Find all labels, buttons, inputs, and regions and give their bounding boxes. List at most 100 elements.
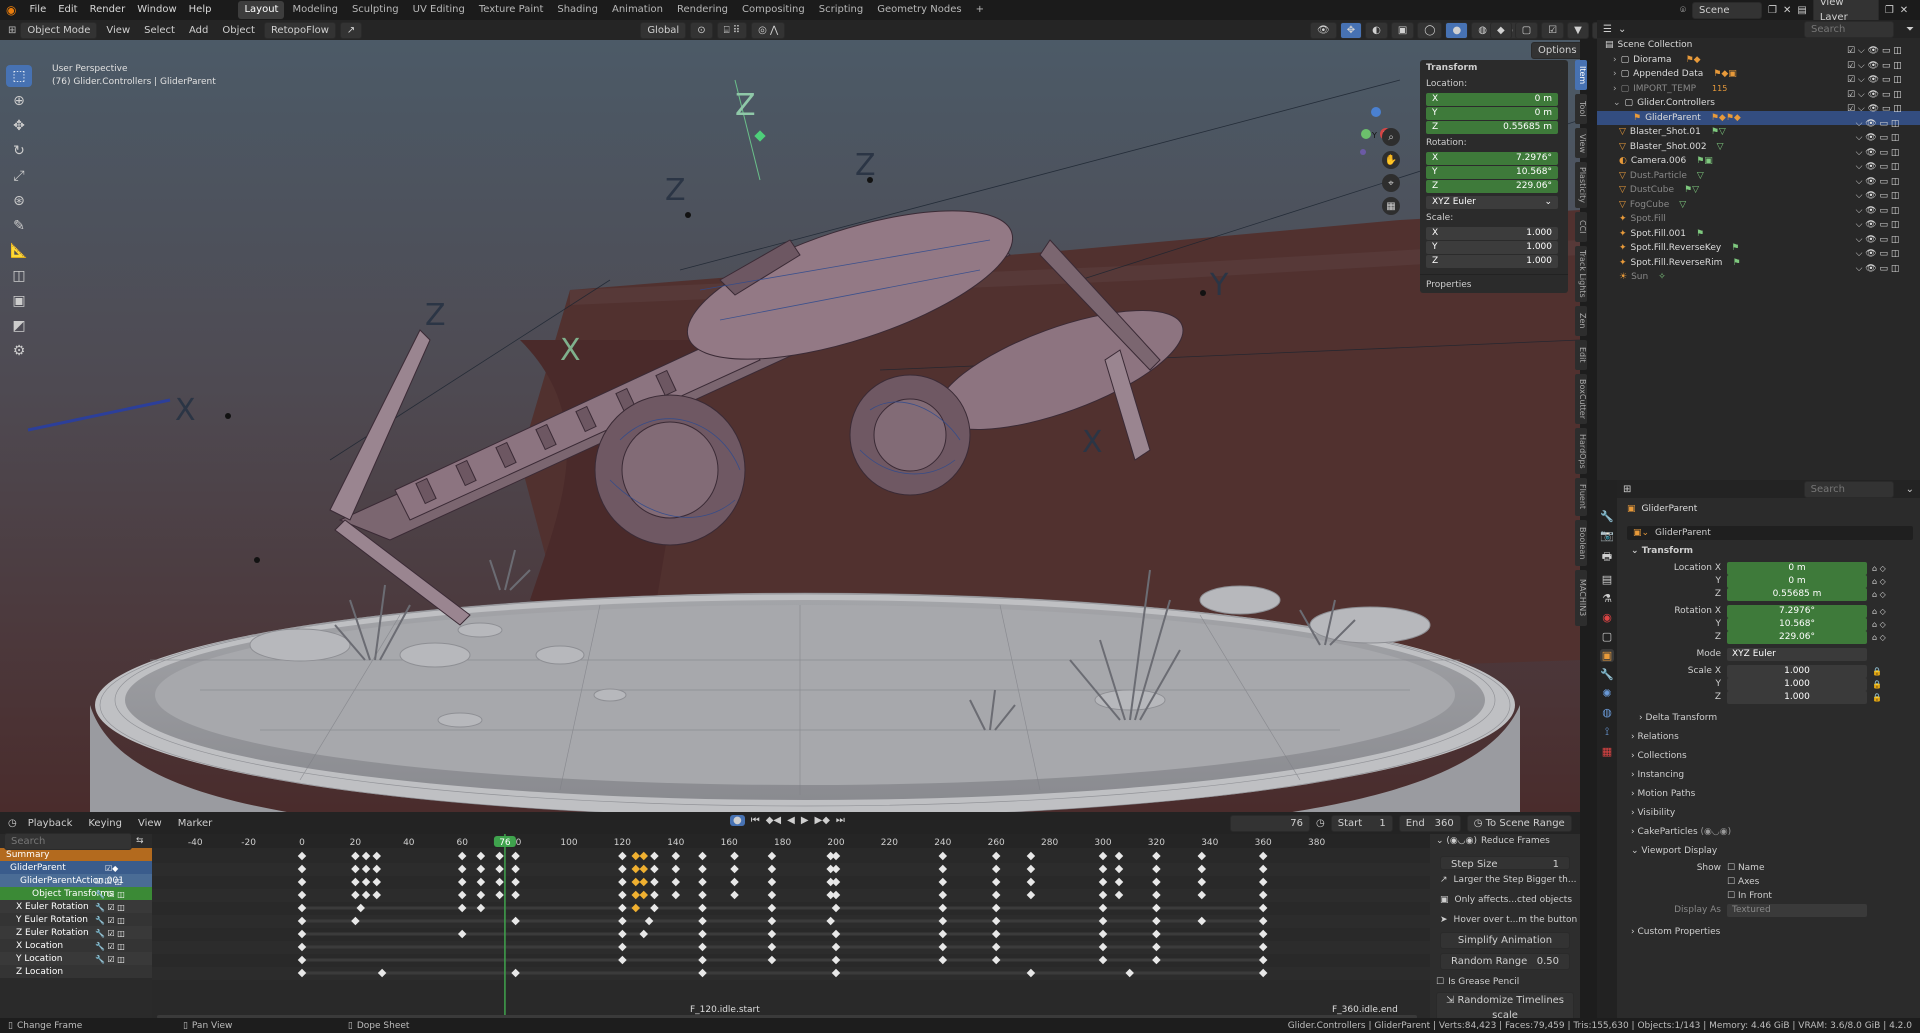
scene-icon[interactable]: ⌾ bbox=[1680, 5, 1686, 16]
particles-properties-icon[interactable]: ✺ bbox=[1602, 687, 1611, 700]
marker-idle-start[interactable]: F_120.idle.start bbox=[690, 1005, 760, 1015]
sidebar-tab-hardops[interactable]: HardOps bbox=[1575, 428, 1587, 474]
menu-help[interactable]: Help bbox=[184, 0, 217, 20]
mode-selector[interactable]: Object Mode bbox=[20, 21, 98, 39]
transform-section-header[interactable]: ⌄ Transform bbox=[1617, 542, 1920, 561]
properties-editor-icon[interactable]: ⊞ bbox=[1623, 484, 1631, 495]
transform-orientation-selector[interactable]: Global bbox=[640, 21, 687, 39]
shading-wireframe-icon[interactable]: ◯ bbox=[1417, 22, 1443, 39]
collection-properties-icon[interactable]: ▢ bbox=[1602, 630, 1612, 643]
object-name-field[interactable]: ▣⌄ GliderParent bbox=[1627, 526, 1913, 540]
location-z-field[interactable]: 0.55685 m bbox=[1727, 587, 1867, 601]
tab-rendering[interactable]: Rendering bbox=[671, 1, 734, 19]
more-icon[interactable]: ↗ bbox=[339, 21, 363, 39]
tab-modeling[interactable]: Modeling bbox=[286, 1, 344, 19]
keyframe-area[interactable]: -60-40-200204060801001201401601802002202… bbox=[152, 834, 1430, 1021]
play-reverse-icon[interactable]: ◀ bbox=[787, 815, 795, 826]
npanel-scale-z[interactable]: Z 1.000 bbox=[1426, 255, 1558, 268]
end-frame-field[interactable]: End 360 bbox=[1398, 815, 1461, 832]
sidebar-tab-machin3[interactable]: MACHIN3 bbox=[1575, 570, 1587, 626]
annotate-icon[interactable]: ✎ bbox=[6, 215, 32, 237]
world-properties-icon[interactable]: ◉ bbox=[1602, 611, 1612, 624]
dopesheet-search-input[interactable]: Search bbox=[4, 832, 132, 850]
extra-tool-2-icon[interactable]: ◩ bbox=[6, 315, 32, 337]
play-icon[interactable]: ▶ bbox=[801, 815, 809, 826]
outliner-editor-icon[interactable]: ☰ bbox=[1603, 24, 1612, 35]
scale-icon[interactable]: ⤢ bbox=[6, 165, 32, 187]
properties-options-icon[interactable]: ⌄ bbox=[1900, 484, 1920, 495]
menu-edit[interactable]: Edit bbox=[53, 0, 82, 20]
motion-paths-section[interactable]: › Motion Paths bbox=[1617, 785, 1920, 804]
current-frame-field[interactable]: 76 bbox=[1230, 815, 1310, 832]
xray-icon[interactable]: ▣ bbox=[1390, 22, 1415, 39]
delete-view-layer-icon[interactable]: ✕ bbox=[1900, 5, 1908, 16]
show-in-front-checkbox[interactable]: ☐ In Front bbox=[1727, 891, 1772, 901]
sidebar-tab-boxcutter[interactable]: BoxCutter bbox=[1575, 374, 1587, 424]
display-as-select[interactable]: Textured bbox=[1727, 903, 1867, 917]
add-cube-icon[interactable]: ◫ bbox=[6, 265, 32, 287]
viewport-display-section[interactable]: ⌄ Viewport Display bbox=[1617, 842, 1920, 861]
constraints-properties-icon[interactable]: ⟟ bbox=[1605, 725, 1609, 739]
npanel-location-z[interactable]: Z 0.55685 m bbox=[1426, 121, 1558, 134]
visibility-icon[interactable]: 👁 bbox=[1310, 22, 1337, 39]
object-properties-icon[interactable]: ▣ bbox=[1599, 649, 1615, 662]
rotate-icon[interactable]: ↻ bbox=[6, 140, 32, 162]
sidebar-tab-plasticity[interactable]: Plasticity bbox=[1575, 162, 1587, 208]
jump-end-icon[interactable]: ⏭ bbox=[836, 815, 845, 826]
channel-y-euler-rotation[interactable]: Y Euler Rotation bbox=[0, 913, 152, 926]
sidebar-tab-fluent[interactable]: Fluent bbox=[1575, 478, 1587, 516]
extra-tool-icon-3[interactable]: ☑ bbox=[1541, 22, 1565, 39]
gizmo-icon[interactable]: ✥ bbox=[1339, 22, 1363, 39]
menu-keying[interactable]: Keying bbox=[83, 816, 127, 831]
pivot-icon[interactable]: ⊙ bbox=[690, 21, 713, 39]
npanel-scale-x[interactable]: X 1.000 bbox=[1426, 227, 1558, 240]
menu-add[interactable]: Add bbox=[184, 23, 213, 38]
outliner-search-input[interactable]: Search bbox=[1804, 20, 1894, 38]
menu-playback[interactable]: Playback bbox=[23, 816, 78, 831]
jump-start-icon[interactable]: ⏮ bbox=[751, 815, 760, 826]
filter-swap-icon[interactable]: ⇆ bbox=[136, 836, 144, 846]
retopoflow-menu[interactable]: RetopoFlow bbox=[263, 21, 336, 39]
sidebar-tab-boolean[interactable]: Boolean bbox=[1575, 520, 1587, 566]
channel-x-euler-rotation[interactable]: X Euler Rotation bbox=[0, 900, 152, 913]
menu-object[interactable]: Object bbox=[217, 23, 260, 38]
menu-view[interactable]: View bbox=[101, 23, 135, 38]
location-y-field[interactable]: 0 m bbox=[1727, 574, 1867, 588]
pan-hand-icon[interactable]: ✋ bbox=[1382, 151, 1400, 169]
tab-geometry-nodes[interactable]: Geometry Nodes bbox=[871, 1, 967, 19]
location-x-field[interactable]: 0 m bbox=[1727, 561, 1867, 575]
menu-render[interactable]: Render bbox=[85, 0, 131, 20]
rotation-z-field[interactable]: 229.06° bbox=[1727, 630, 1867, 644]
scale-x-field[interactable]: 1.000 bbox=[1727, 664, 1867, 678]
physics-properties-icon[interactable]: ◍ bbox=[1602, 706, 1612, 719]
sidebar-tab-cci[interactable]: CCI bbox=[1575, 212, 1587, 242]
custom-properties-section[interactable]: › Custom Properties bbox=[1617, 923, 1920, 942]
grease-pencil-checkbox[interactable]: ☐ Is Grease Pencil bbox=[1430, 974, 1580, 990]
dopesheet-editor-icon[interactable]: ◷ bbox=[8, 818, 17, 829]
npanel-properties-header[interactable]: Properties bbox=[1420, 274, 1568, 293]
modifier-properties-icon[interactable]: 🔧 bbox=[1600, 668, 1614, 681]
npanel-scale-y[interactable]: Y 1.000 bbox=[1426, 241, 1558, 254]
scene-selector[interactable]: Scene bbox=[1692, 1, 1762, 19]
extra-tool-3-icon[interactable]: ⚙ bbox=[6, 340, 32, 362]
show-name-checkbox[interactable]: ☐ Name bbox=[1727, 863, 1765, 873]
marker-idle-end[interactable]: F_360.idle.end bbox=[1332, 1005, 1398, 1015]
channel-z-location[interactable]: Z Location bbox=[0, 965, 152, 978]
menu-select[interactable]: Select bbox=[139, 23, 180, 38]
tab-shading[interactable]: Shading bbox=[551, 1, 604, 19]
cakeparticles-section[interactable]: › CakeParticles (◉◡◉) bbox=[1617, 823, 1920, 842]
scale-y-field[interactable]: 1.000 bbox=[1727, 677, 1867, 691]
outliner-filter-icon[interactable]: ⏷ bbox=[1900, 24, 1920, 35]
dopesheet[interactable]: Search ⇆ Summary GliderParent GliderPare… bbox=[0, 832, 1580, 1024]
render-properties-icon[interactable]: 📷 bbox=[1600, 529, 1614, 542]
proportional-edit-icon[interactable]: ◎ ⋀ bbox=[751, 21, 786, 39]
npanel-rotation-y[interactable]: Y 10.568° bbox=[1426, 166, 1558, 179]
start-frame-field[interactable]: Start 1 bbox=[1330, 815, 1393, 832]
channel-y-location[interactable]: Y Location bbox=[0, 952, 152, 965]
output-properties-icon[interactable]: 🖶 bbox=[1602, 548, 1612, 567]
npanel-rotation-x[interactable]: X 7.2976° bbox=[1426, 152, 1558, 165]
npanel-rotation-z[interactable]: Z 229.06° bbox=[1426, 180, 1558, 193]
channel-gliderparent[interactable]: GliderParent bbox=[0, 861, 152, 874]
reduce-frames-header[interactable]: ⌄ (◉◡◉) Reduce Frames bbox=[1430, 834, 1580, 848]
npanel-rotation-mode[interactable]: XYZ Euler ⌄ bbox=[1426, 196, 1558, 209]
